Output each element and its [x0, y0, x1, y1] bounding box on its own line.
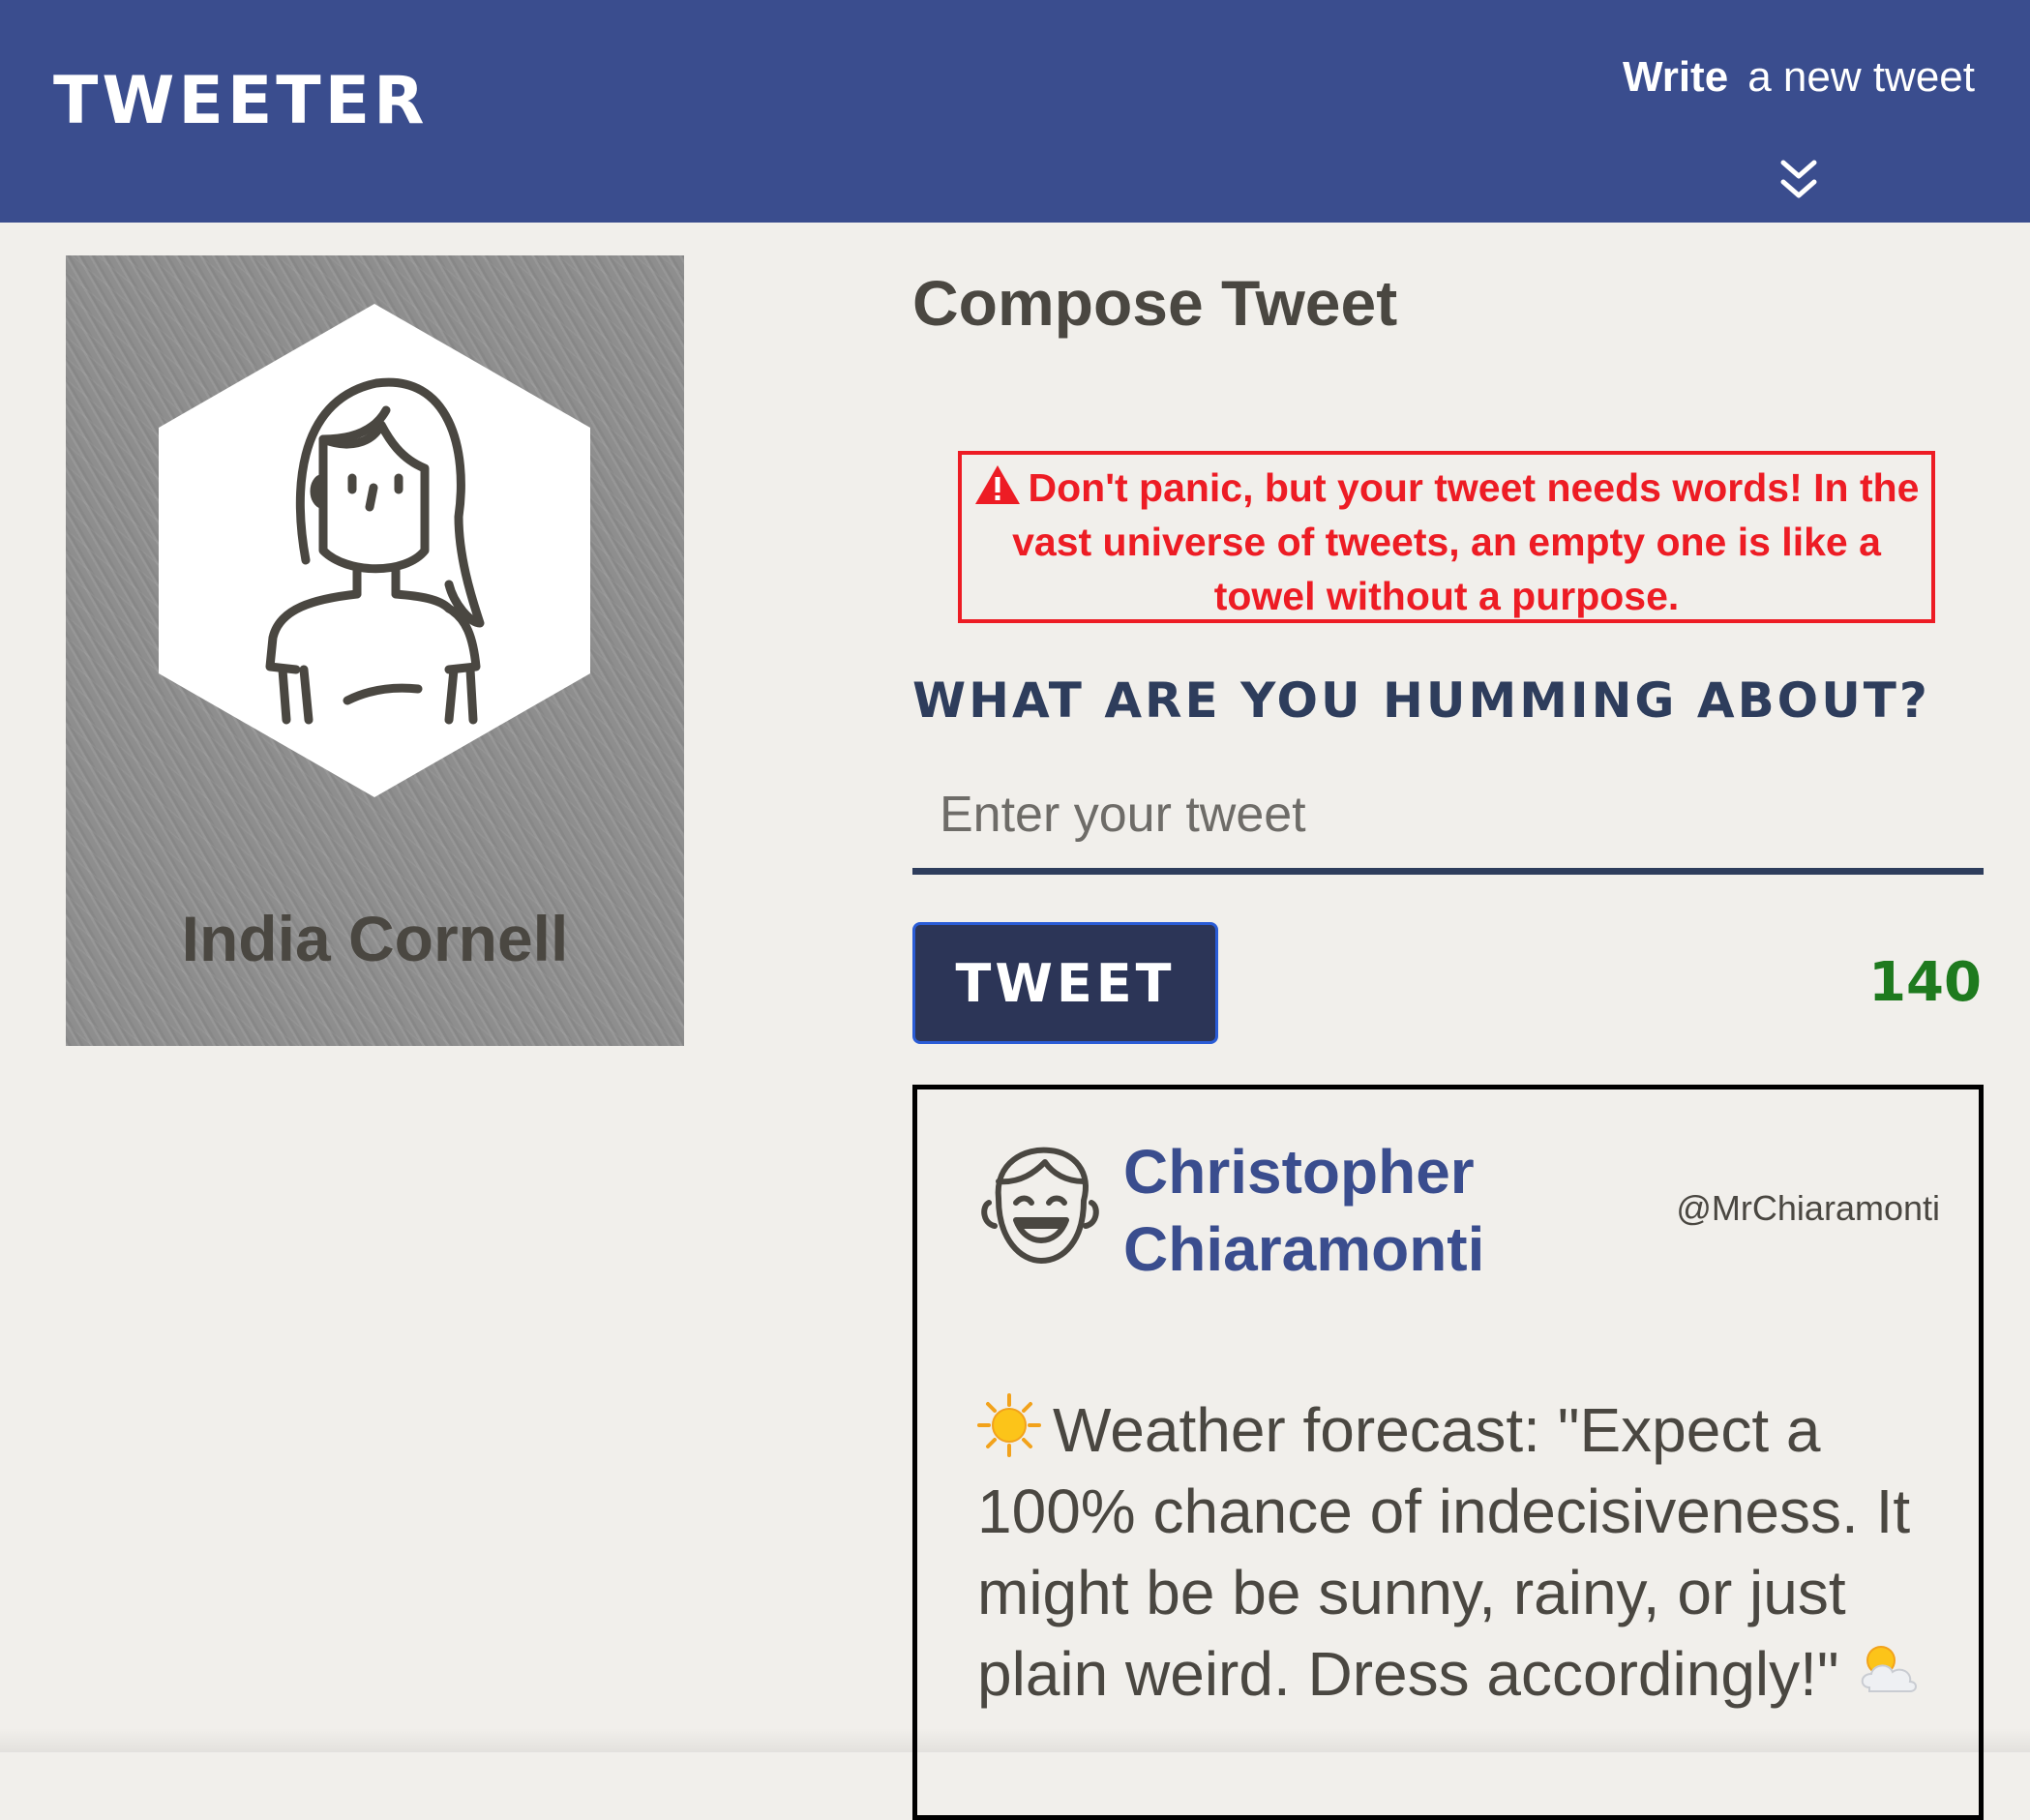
character-counter: 140 — [1868, 951, 1982, 1014]
profile-name: India Cornell — [181, 903, 569, 974]
tweet-input[interactable] — [912, 761, 1984, 875]
laughing-man-avatar-icon — [981, 1147, 1099, 1264]
compose-title: Compose Tweet — [912, 267, 1398, 339]
tweet-author-name[interactable]: Christopher Chiaramonti — [1123, 1133, 1568, 1288]
profile-card: India Cornell — [66, 255, 684, 1046]
double-chevron-down-icon[interactable] — [1774, 155, 1824, 205]
tweet-author-handle: @MrChiaramonti — [1676, 1188, 1940, 1228]
sun-behind-cloud-emoji-icon — [1862, 1646, 1918, 1692]
tweet-text-block: Weather forecast: "Expect a 100% chance … — [977, 1389, 1935, 1715]
brand-logo[interactable]: Tweeter — [53, 63, 429, 139]
tweet-text: Weather forecast: "Expect a 100% chance … — [977, 1395, 1911, 1709]
error-message: Don't panic, but your tweet needs words!… — [958, 451, 1935, 623]
write-link-text: a new tweet — [1747, 53, 1975, 101]
write-new-tweet-link[interactable]: Write a new tweet — [1623, 53, 1975, 111]
error-text: Don't panic, but your tweet needs words!… — [1012, 465, 1920, 618]
woman-avatar-icon — [159, 304, 590, 797]
warning-triangle-icon — [974, 465, 1020, 504]
tweet-prompt-label: What are you humming about? — [912, 672, 1930, 729]
sun-emoji-icon — [977, 1393, 1041, 1457]
write-link-strong: Write — [1622, 53, 1729, 101]
tweet-button[interactable]: Tweet — [912, 922, 1218, 1044]
tweet-card: Christopher Chiaramonti @MrChiaramonti W… — [912, 1085, 1984, 1820]
top-nav: Tweeter Write a new tweet — [0, 0, 2030, 223]
